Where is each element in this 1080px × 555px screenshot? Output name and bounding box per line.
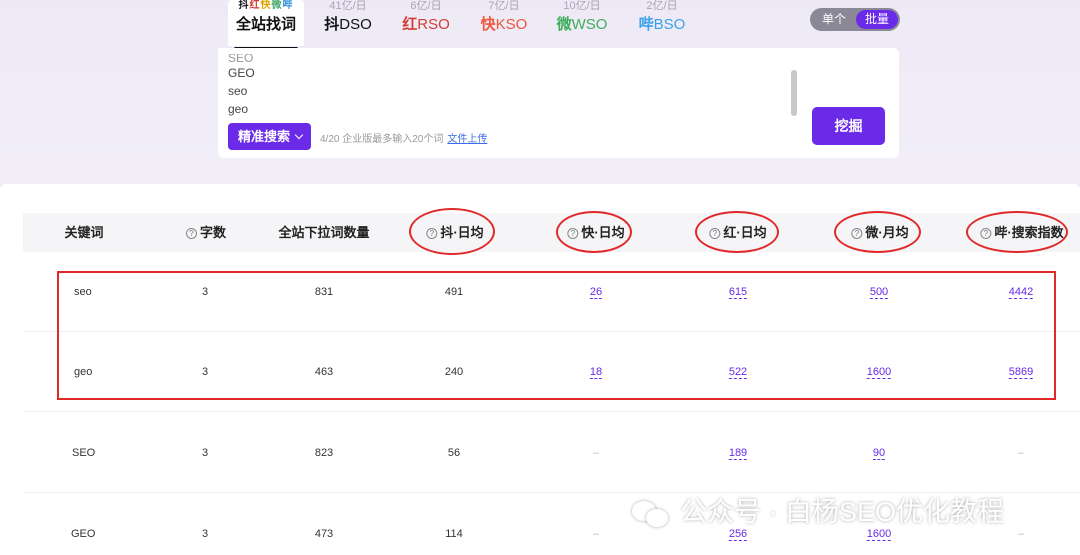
tab-wso[interactable]: 10亿/日 微WSO (550, 0, 614, 36)
hint-text: 4/20 企业版最多输入20个词 (320, 134, 444, 145)
help-icon[interactable]: ? (185, 228, 197, 239)
keyword-line: seo (228, 84, 248, 98)
annotation-ellipse (966, 211, 1068, 253)
cell-keyword: GEO (71, 528, 96, 540)
annotation-ellipse (834, 211, 921, 253)
tab-label: 快KSO (480, 16, 528, 33)
cell-douyin: 56 (447, 447, 461, 459)
input-hint: 4/20 企业版最多输入20个词 文件上传 (320, 130, 487, 145)
annotation-ellipse (695, 211, 779, 253)
cell-douyin: 114 (445, 528, 463, 540)
cell-bilibili: – (1017, 447, 1025, 459)
wechat-icon (632, 499, 672, 529)
watermark-text: 公众号 · 白杨SEO优化教程 (680, 497, 1005, 527)
table-row: SEO 3 823 56 – 189 90 – (23, 413, 1080, 493)
toggle-single[interactable]: 单个 (814, 8, 854, 31)
tab-meta: 41亿/日 (329, 0, 367, 12)
tab-label: 哔BSO (638, 16, 686, 33)
tab-meta: 抖红快微哔 (238, 0, 294, 11)
tab-label: 红RSO (402, 16, 450, 33)
keyword-line: SEO (228, 54, 254, 62)
tab-all-sites[interactable]: 抖红快微哔 全站找词 (228, 0, 304, 50)
dig-button[interactable]: 挖掘 (812, 107, 885, 145)
tab-meta: 7亿/日 (488, 0, 520, 12)
toggle-batch[interactable]: 批量 (856, 10, 898, 29)
cell-dropdown-count: 823 (314, 447, 334, 459)
keyword-line: geo (228, 102, 249, 116)
cell-kuaishou: – (592, 528, 600, 540)
tab-label: 全站找词 (235, 16, 296, 33)
cell-wechat[interactable]: 90 (873, 413, 885, 493)
tab-label: 微WSO (556, 16, 608, 33)
chevron-down-icon (294, 130, 304, 140)
tab-rso[interactable]: 6亿/日 红RSO (396, 0, 456, 36)
watermark: 公众号 · 白杨SEO优化教程 (632, 494, 1004, 530)
platform-tabs: 抖红快微哔 全站找词 41亿/日 抖DSO 6亿/日 红RSO 7亿/日 快KS… (222, 0, 702, 50)
tab-label: 抖DSO (324, 16, 372, 33)
keyword-line: GEO (228, 66, 255, 80)
cell-xiaohongshu[interactable]: 189 (729, 413, 747, 493)
search-mode-label: 精准搜索 (238, 129, 291, 144)
header-keyword: 关键词 (64, 225, 104, 240)
annotation-highlight-box (57, 271, 1056, 400)
tab-bso[interactable]: 2亿/日 哔BSO (632, 0, 692, 36)
tab-dso[interactable]: 41亿/日 抖DSO (318, 0, 378, 36)
cell-char-count: 3 (201, 447, 209, 459)
table-header: 关键词 ? 字数 全站下拉词数量 ? 抖·日均 ? 快·日均 ? 红·日均 ? 微·月均 … (23, 213, 1080, 252)
cell-dropdown-count: 473 (314, 528, 334, 540)
cell-bilibili: – (1017, 528, 1025, 540)
search-card: SEO GEO seo geo 精准搜索 4/20 企业版最多输入20个词 文件上… (218, 48, 899, 158)
tab-meta: 6亿/日 (410, 0, 442, 12)
tab-meta: 2亿/日 (646, 0, 678, 12)
keyword-textarea[interactable]: SEO GEO seo geo (228, 54, 255, 118)
header-char-count: ? 字数 (185, 213, 226, 252)
single-batch-toggle[interactable]: 单个 批量 (810, 8, 900, 31)
search-mode-dropdown[interactable]: 精准搜索 (228, 123, 311, 150)
annotation-ellipse (556, 211, 632, 253)
cell-kuaishou: – (592, 447, 600, 459)
annotation-ellipse (409, 208, 495, 255)
cell-keyword: SEO (72, 447, 96, 459)
file-upload-link[interactable]: 文件上传 (447, 134, 487, 145)
cell-char-count: 3 (201, 528, 209, 540)
tab-kso[interactable]: 7亿/日 快KSO (474, 0, 534, 36)
header-dropdown-count: 全站下拉词数量 (278, 225, 370, 240)
tab-meta: 10亿/日 (563, 0, 601, 12)
textarea-scrollbar[interactable] (791, 70, 797, 116)
